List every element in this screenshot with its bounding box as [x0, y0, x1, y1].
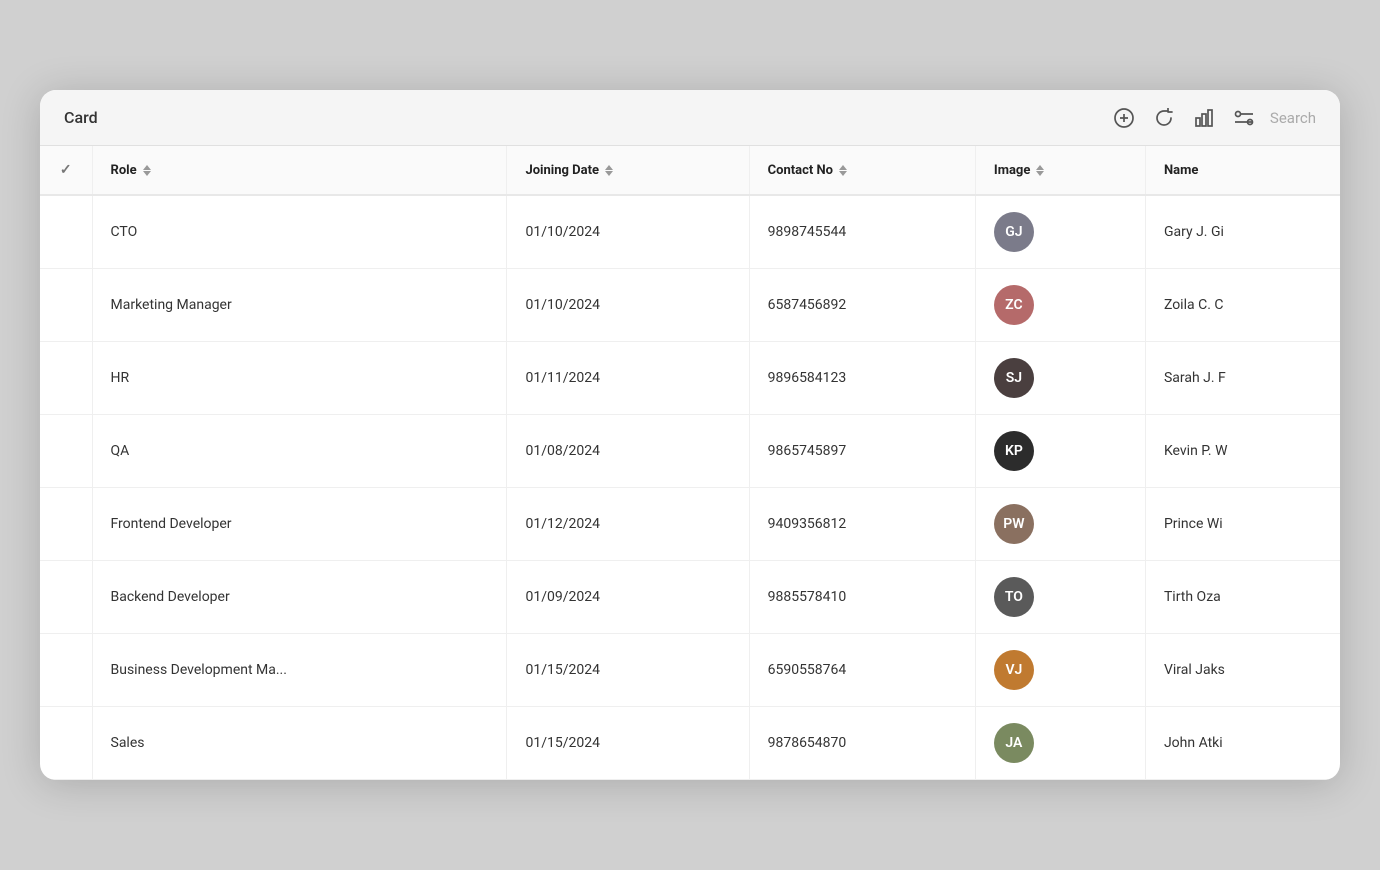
toolbar-actions: Search: [1110, 104, 1316, 132]
row-contact-no: 9409356812: [749, 488, 975, 561]
row-role: Sales: [92, 707, 507, 780]
row-joining-date: 01/10/2024: [507, 269, 749, 342]
th-contact-no[interactable]: Contact No: [749, 146, 975, 195]
row-name: Zoila C. C: [1145, 269, 1340, 342]
row-check[interactable]: [40, 488, 92, 561]
row-name: Tirth Oza: [1145, 561, 1340, 634]
th-check: ✓: [40, 146, 92, 195]
row-joining-date: 01/08/2024: [507, 415, 749, 488]
row-name: Sarah J. F: [1145, 342, 1340, 415]
row-joining-date: 01/15/2024: [507, 634, 749, 707]
row-name: Viral Jaks: [1145, 634, 1340, 707]
row-role: Business Development Ma...: [92, 634, 507, 707]
th-joining-date[interactable]: Joining Date: [507, 146, 749, 195]
table-row[interactable]: Business Development Ma...01/15/20246590…: [40, 634, 1340, 707]
avatar: TO: [994, 577, 1034, 617]
sort-icon-joining-date: [605, 165, 613, 176]
avatar: PW: [994, 504, 1034, 544]
page-title: Card: [64, 108, 98, 127]
avatar: ZC: [994, 285, 1034, 325]
sort-icon-image: [1036, 165, 1044, 176]
row-image: JA: [975, 707, 1145, 780]
row-check[interactable]: [40, 415, 92, 488]
row-contact-no: 9898745544: [749, 195, 975, 269]
row-joining-date: 01/12/2024: [507, 488, 749, 561]
table-row[interactable]: CTO01/10/20249898745544 GJ Gary J. Gi: [40, 195, 1340, 269]
row-joining-date: 01/11/2024: [507, 342, 749, 415]
row-role: Marketing Manager: [92, 269, 507, 342]
table-row[interactable]: QA01/08/20249865745897 KP Kevin P. W: [40, 415, 1340, 488]
avatar: KP: [994, 431, 1034, 471]
avatar: GJ: [994, 212, 1034, 252]
row-contact-no: 9865745897: [749, 415, 975, 488]
sort-icon-contact-no: [839, 165, 847, 176]
row-image: VJ: [975, 634, 1145, 707]
table-row[interactable]: Frontend Developer01/12/20249409356812 PW…: [40, 488, 1340, 561]
row-role: CTO: [92, 195, 507, 269]
row-image: TO: [975, 561, 1145, 634]
th-name[interactable]: Name: [1145, 146, 1340, 195]
sort-icon-role: [143, 165, 151, 176]
row-image: KP: [975, 415, 1145, 488]
row-check[interactable]: [40, 707, 92, 780]
row-role: QA: [92, 415, 507, 488]
row-image: ZC: [975, 269, 1145, 342]
table-row[interactable]: Backend Developer01/09/20249885578410 TO T…: [40, 561, 1340, 634]
row-name: Kevin P. W: [1145, 415, 1340, 488]
avatar: JA: [994, 723, 1034, 763]
table-header-row: ✓ Role Joining Date: [40, 146, 1340, 195]
row-check[interactable]: [40, 634, 92, 707]
toolbar: Card: [40, 90, 1340, 146]
row-contact-no: 9896584123: [749, 342, 975, 415]
row-role: HR: [92, 342, 507, 415]
table-row[interactable]: Sales01/15/20249878654870 JA John Atki: [40, 707, 1340, 780]
row-role: Backend Developer: [92, 561, 507, 634]
row-joining-date: 01/10/2024: [507, 195, 749, 269]
row-check[interactable]: [40, 342, 92, 415]
row-contact-no: 9878654870: [749, 707, 975, 780]
row-check[interactable]: [40, 195, 92, 269]
table-container: ✓ Role Joining Date: [40, 146, 1340, 780]
chart-icon[interactable]: [1190, 104, 1218, 132]
row-contact-no: 6590558764: [749, 634, 975, 707]
row-check[interactable]: [40, 269, 92, 342]
row-image: GJ: [975, 195, 1145, 269]
row-image: SJ: [975, 342, 1145, 415]
row-image: PW: [975, 488, 1145, 561]
avatar: VJ: [994, 650, 1034, 690]
table-row[interactable]: HR01/11/20249896584123 SJ Sarah J. F: [40, 342, 1340, 415]
row-joining-date: 01/15/2024: [507, 707, 749, 780]
row-role: Frontend Developer: [92, 488, 507, 561]
data-table: ✓ Role Joining Date: [40, 146, 1340, 780]
search-label[interactable]: Search: [1270, 109, 1316, 127]
row-contact-no: 9885578410: [749, 561, 975, 634]
row-name: Prince Wi: [1145, 488, 1340, 561]
table-row[interactable]: Marketing Manager01/10/20246587456892 ZC Z…: [40, 269, 1340, 342]
refresh-icon[interactable]: [1150, 104, 1178, 132]
row-check[interactable]: [40, 561, 92, 634]
row-contact-no: 6587456892: [749, 269, 975, 342]
row-name: Gary J. Gi: [1145, 195, 1340, 269]
th-role[interactable]: Role: [92, 146, 507, 195]
th-image[interactable]: Image: [975, 146, 1145, 195]
avatar: SJ: [994, 358, 1034, 398]
row-joining-date: 01/09/2024: [507, 561, 749, 634]
add-icon[interactable]: [1110, 104, 1138, 132]
main-window: Card: [40, 90, 1340, 780]
row-name: John Atki: [1145, 707, 1340, 780]
filter-icon[interactable]: [1230, 104, 1258, 132]
